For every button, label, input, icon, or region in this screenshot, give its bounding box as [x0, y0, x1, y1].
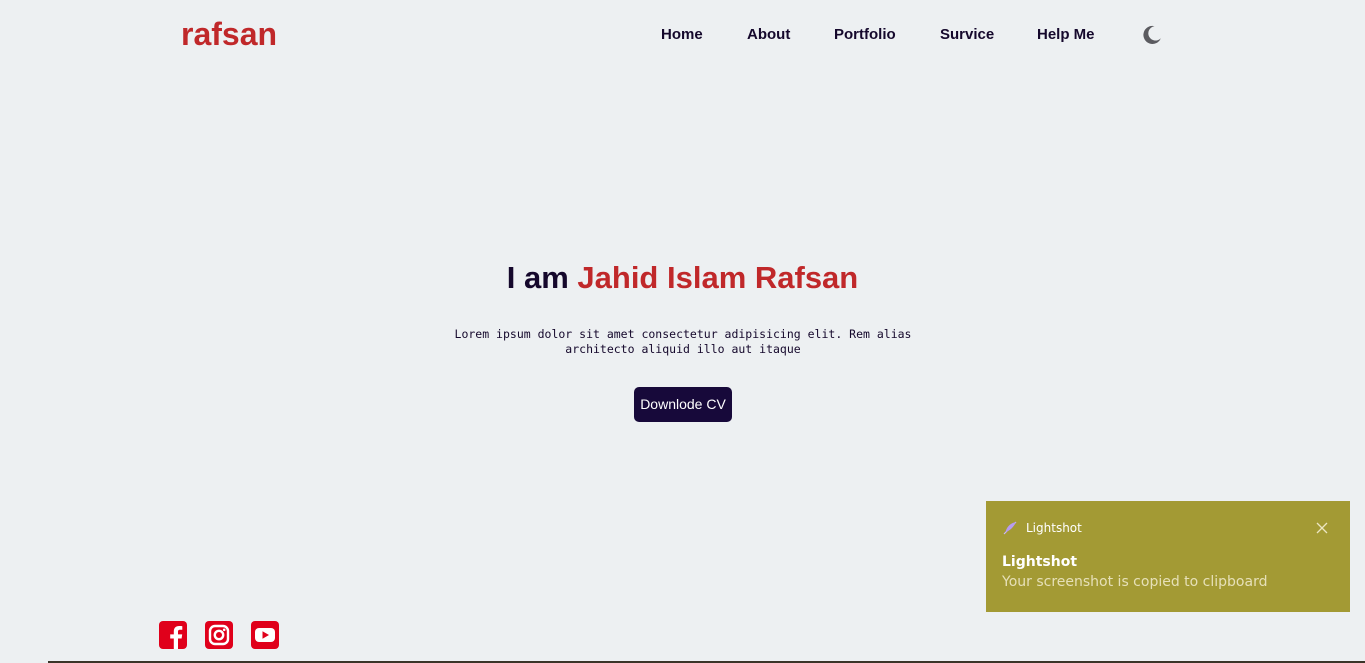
notification-toast[interactable]: Lightshot Lightshot Your screenshot is c… [986, 501, 1350, 612]
moon-icon[interactable] [1141, 24, 1163, 46]
close-icon[interactable] [1312, 518, 1332, 538]
nav-home[interactable]: Home [661, 25, 703, 45]
youtube-icon[interactable] [251, 621, 279, 649]
feather-icon [1002, 520, 1018, 536]
nav-portfolio[interactable]: Portfolio [834, 25, 896, 45]
instagram-icon[interactable] [205, 621, 233, 649]
toast-app-name: Lightshot [1026, 521, 1082, 535]
hero-title: I am Jahid Islam Rafsan [0, 258, 1365, 298]
nav-about[interactable]: About [747, 25, 790, 45]
hero-name: Jahid Islam Rafsan [577, 260, 859, 295]
download-cv-button[interactable]: Downlode CV [634, 387, 732, 422]
facebook-icon[interactable] [159, 621, 187, 649]
hero-description: Lorem ipsum dolor sit amet consectetur a… [454, 327, 912, 356]
nav-service[interactable]: Survice [940, 25, 994, 45]
toast-title: Lightshot [1002, 554, 1078, 570]
toast-message: Your screenshot is copied to clipboard [1002, 574, 1268, 590]
site-logo[interactable]: rafsan [181, 14, 277, 54]
nav-help-me[interactable]: Help Me [1037, 25, 1095, 45]
hero-greeting: I am [506, 260, 578, 295]
